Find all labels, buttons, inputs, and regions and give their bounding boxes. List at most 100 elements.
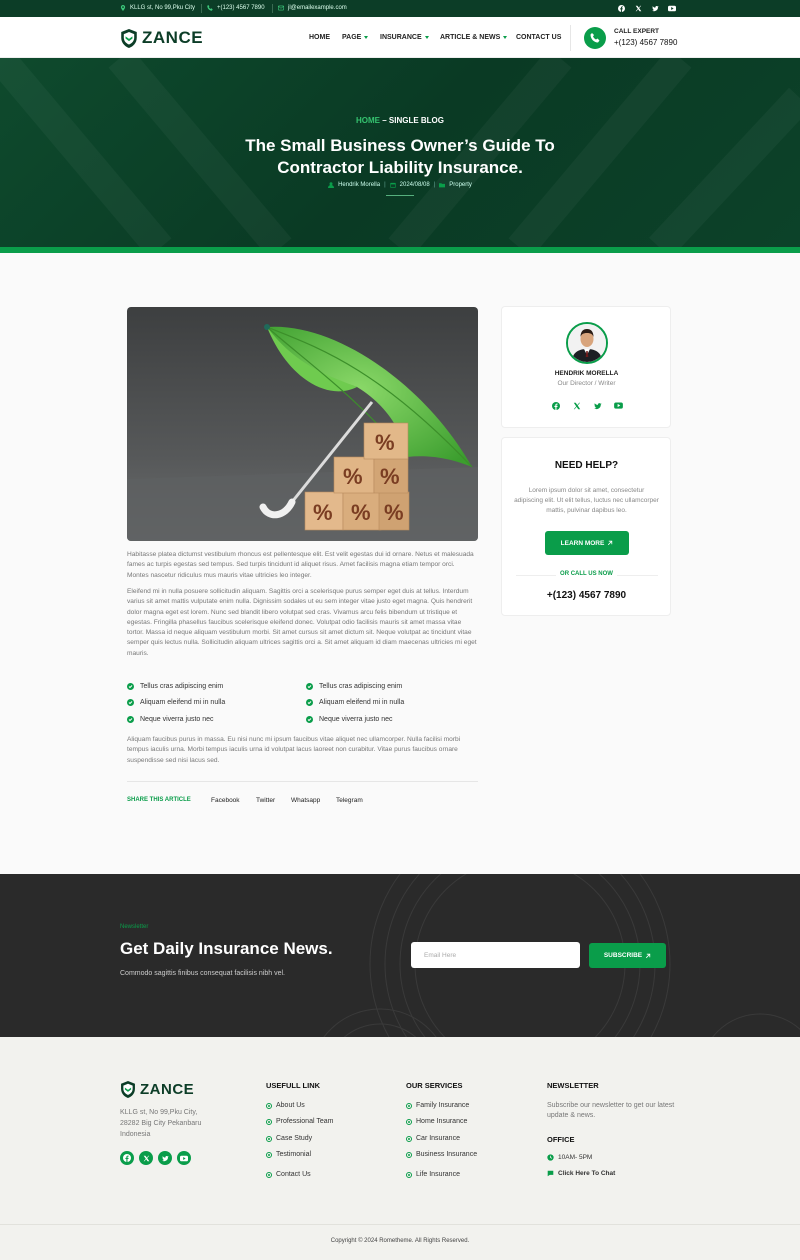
nav-page[interactable]: PAGE [342,34,369,41]
share-label: SHARE THIS ARTICLE [127,797,191,803]
check-item: Aliquam eleifend mi in nulla [127,699,225,706]
share-telegram-link[interactable]: Telegram [336,797,363,804]
footer-logo[interactable]: ZANCE [120,1081,194,1098]
footer-link-car-insurance[interactable]: Car Insurance [406,1135,460,1142]
article-paragraph-2: Eleifend mi in nulla posuere sollicitudi… [127,588,477,657]
nav-home[interactable]: HOME [309,34,330,41]
help-text: Lorem ipsum dolor sit amet, consectetur … [514,487,659,514]
newsletter-title: NEWSLETTER [547,1081,599,1090]
divider [201,4,202,13]
post-category[interactable]: Property [449,182,472,188]
footer-link-team[interactable]: Professional Team [266,1118,333,1125]
location-icon [120,5,126,11]
svg-text:%: % [351,500,371,525]
help-title: NEED HELP? [554,460,619,471]
address-text: KLLG st, No 99,Pku City [130,5,196,11]
click-to-chat-link[interactable]: Click Here To Chat [547,1170,615,1177]
footer-link-life-insurance[interactable]: Life Insurance [406,1171,460,1178]
footer-link-case-study[interactable]: Case Study [266,1135,312,1142]
call-number[interactable]: +(123) 4567 7890 [614,38,677,47]
phone-icon [207,5,213,11]
facebook-icon[interactable] [120,1151,134,1165]
help-phone-number[interactable]: +(123) 4567 7890 [502,590,671,601]
top-bar: KLLG st, No 99,Pku City +(123) 4567 7890… [0,0,800,17]
facebook-icon[interactable] [617,4,626,13]
circle-dot-icon [266,1135,272,1142]
svg-text:%: % [375,430,395,455]
check-item: Neque viverra justo nec [127,716,214,723]
share-whatsapp-link[interactable]: Whatsapp [291,797,320,804]
twitter-icon[interactable] [158,1151,172,1165]
user-icon [328,182,335,188]
divider [272,4,273,13]
circle-dot-icon [266,1151,272,1158]
learn-more-button[interactable]: LEARN MORE [545,531,629,555]
footer-link-contact[interactable]: Contact Us [266,1171,311,1178]
svg-text:%: % [343,464,363,489]
phone-text: +(123) 4567 7890 [217,5,265,11]
call-button[interactable] [584,27,606,49]
twitter-icon[interactable] [651,4,660,13]
footer-link-home-insurance[interactable]: Home Insurance [406,1118,467,1125]
hero-accent-strip [0,247,800,253]
youtube-icon[interactable] [667,4,676,13]
facebook-icon[interactable] [551,401,560,410]
shield-logo-icon [121,1081,135,1098]
circle-dot-icon [406,1171,412,1178]
avatar [566,322,608,364]
author-name: HENDRIK MORELLA [554,370,619,377]
post-author[interactable]: Hendrik Morella [338,182,380,188]
email-input[interactable] [411,942,580,968]
nav-contact-us[interactable]: CONTACT US [516,34,561,41]
twitter-icon[interactable] [593,401,602,410]
x-twitter-icon[interactable] [572,401,581,410]
office-title: OFFICE [547,1135,575,1144]
title-underline [386,195,414,196]
footer-link-testimonial[interactable]: Testimonial [266,1151,311,1158]
arrow-up-right-icon [646,953,651,958]
footer-link-about[interactable]: About Us [266,1102,305,1109]
need-help-card: NEED HELP? Lorem ipsum dolor sit amet, c… [501,437,671,616]
newsletter-tag: Newsletter [120,924,149,930]
share-facebook-link[interactable]: Facebook [211,797,240,804]
circle-dot-icon [266,1102,272,1109]
our-services-title: OUR SERVICES [406,1081,463,1090]
breadcrumb-home[interactable]: HOME [356,116,380,125]
check-item: Tellus cras adipiscing enim [127,683,223,690]
footer-newsletter-text: Subscribe our newsletter to get our late… [547,1102,675,1119]
circle-dot-icon [406,1135,412,1142]
subscribe-button[interactable]: SUBSCRIBE [589,943,666,968]
main-header: ZANCE HOME PAGE INSURANCE ARTICLE & NEWS… [0,17,800,58]
check-icon [306,699,313,706]
chevron-down-icon [503,36,508,39]
youtube-icon[interactable] [614,401,623,410]
divider [570,25,571,51]
logo-text: ZANCE [140,1081,195,1098]
or-call-label: OR CALL US NOW [502,571,671,577]
nav-insurance[interactable]: INSURANCE [380,34,429,41]
x-twitter-icon[interactable] [139,1151,153,1165]
share-twitter-link[interactable]: Twitter [256,797,275,804]
chevron-down-icon [364,36,369,39]
youtube-icon[interactable] [177,1151,191,1165]
logo-text: ZANCE [142,28,204,47]
nav-article-news[interactable]: ARTICLE & NEWS [440,34,508,41]
circle-dot-icon [266,1171,272,1178]
chat-icon [547,1170,554,1177]
circle-dot-icon [406,1102,412,1109]
x-twitter-icon[interactable] [634,4,643,13]
article-featured-image: % % % % % % [127,307,478,541]
site-logo[interactable]: ZANCE [120,28,203,48]
svg-text:%: % [384,500,404,525]
check-item: Aliquam eleifend mi in nulla [306,699,404,706]
check-item: Tellus cras adipiscing enim [306,683,402,690]
shield-logo-icon [121,28,137,48]
phone-item[interactable]: +(123) 4567 7890 [207,5,265,11]
email-item[interactable]: jl@emailexample.com [278,5,347,11]
footer-link-business-insurance[interactable]: Business Insurance [406,1151,477,1158]
call-label: CALL EXPERT [614,28,660,35]
email-text: jl@emailexample.com [288,5,347,11]
check-icon [306,683,313,690]
check-item: Neque viverra justo nec [306,716,393,723]
footer-link-family-insurance[interactable]: Family Insurance [406,1102,469,1109]
